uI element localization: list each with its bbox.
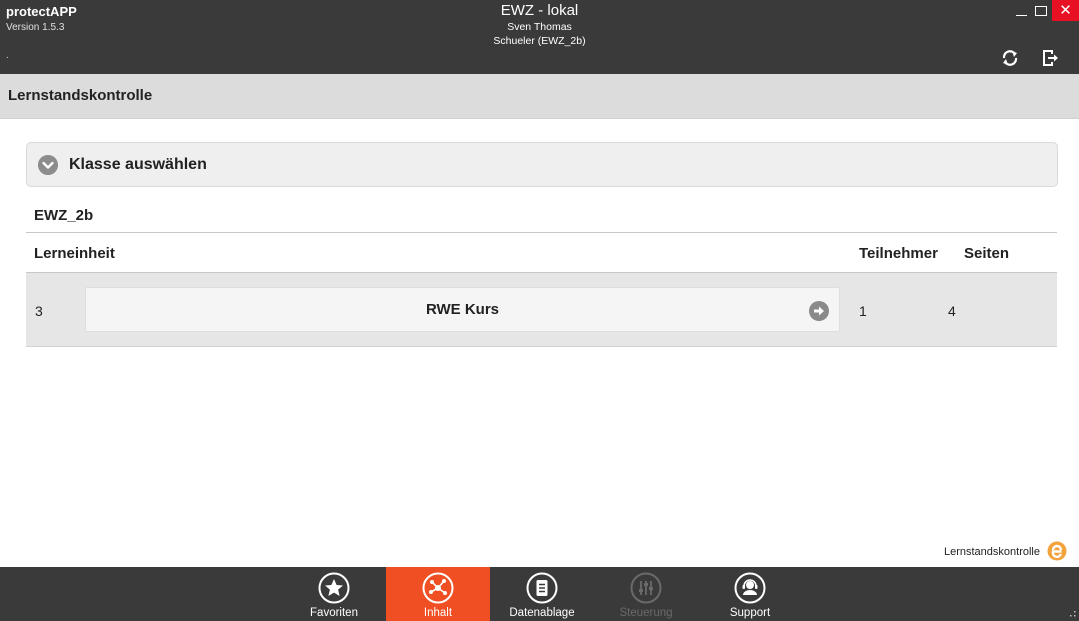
participants-value: 1 [859,303,867,319]
nav-item-inhalt[interactable]: Inhalt [386,567,490,621]
network-icon [422,572,454,604]
column-header-pages: Seiten [964,245,1010,262]
table-row: 3 RWE Kurs 1 4 [26,273,1057,347]
status-label: Lernstandskontrolle [943,546,1040,558]
nav-label: Inhalt [423,607,453,619]
course-label: RWE Kurs [425,301,500,318]
document-icon [526,572,558,604]
app-dot: . [6,50,9,61]
nav-item-steuerung[interactable]: Steuerung [594,567,698,621]
column-header-unit: Lerneinheit [34,245,115,262]
resize-grip-icon[interactable] [1070,611,1076,617]
close-icon[interactable]: ✕ [1052,0,1079,21]
nav-item-support[interactable]: Support [698,567,802,621]
class-name: EWZ_2b [34,207,94,224]
class-select-dropdown[interactable]: Klasse auswählen [26,142,1058,187]
star-icon [318,572,350,604]
minimize-icon[interactable] [1015,5,1028,19]
nav-label: Datenablage [509,607,575,619]
nav-item-datenablage[interactable]: Datenablage [490,567,594,621]
maximize-icon[interactable] [1035,6,1047,16]
nav-item-favoriten[interactable]: Favoriten [282,567,386,621]
page-title: Lernstandskontrolle [8,87,153,104]
chevron-down-icon [38,155,58,175]
window-title: EWZ - lokal [500,2,579,19]
bottom-navigation: Favoriten Inhalt Datenablage Steuerung S… [0,567,1079,621]
user-role: Schueler (EWZ_2b) [493,35,586,47]
arrow-right-circle-icon [809,301,829,321]
class-select-label: Klasse auswählen [69,156,207,173]
unit-number: 3 [35,303,43,319]
headset-icon [734,572,766,604]
title-bar: protectAPP Version 1.5.3 . EWZ - lokal S… [0,0,1079,74]
sliders-icon [630,572,662,604]
nav-label: Support [729,607,771,619]
user-name: Sven Thomas [507,21,572,33]
nav-label: Steuerung [619,607,673,619]
logout-icon[interactable] [1041,49,1059,67]
refresh-icon[interactable] [1001,49,1019,67]
column-header-participants: Teilnehmer [859,245,938,262]
nav-label: Favoriten [310,607,358,619]
page-header: Lernstandskontrolle [0,74,1079,119]
pages-value: 4 [948,303,956,319]
course-button[interactable]: RWE Kurs [85,287,840,332]
divider [26,232,1057,233]
e-logo-icon [1047,541,1067,561]
